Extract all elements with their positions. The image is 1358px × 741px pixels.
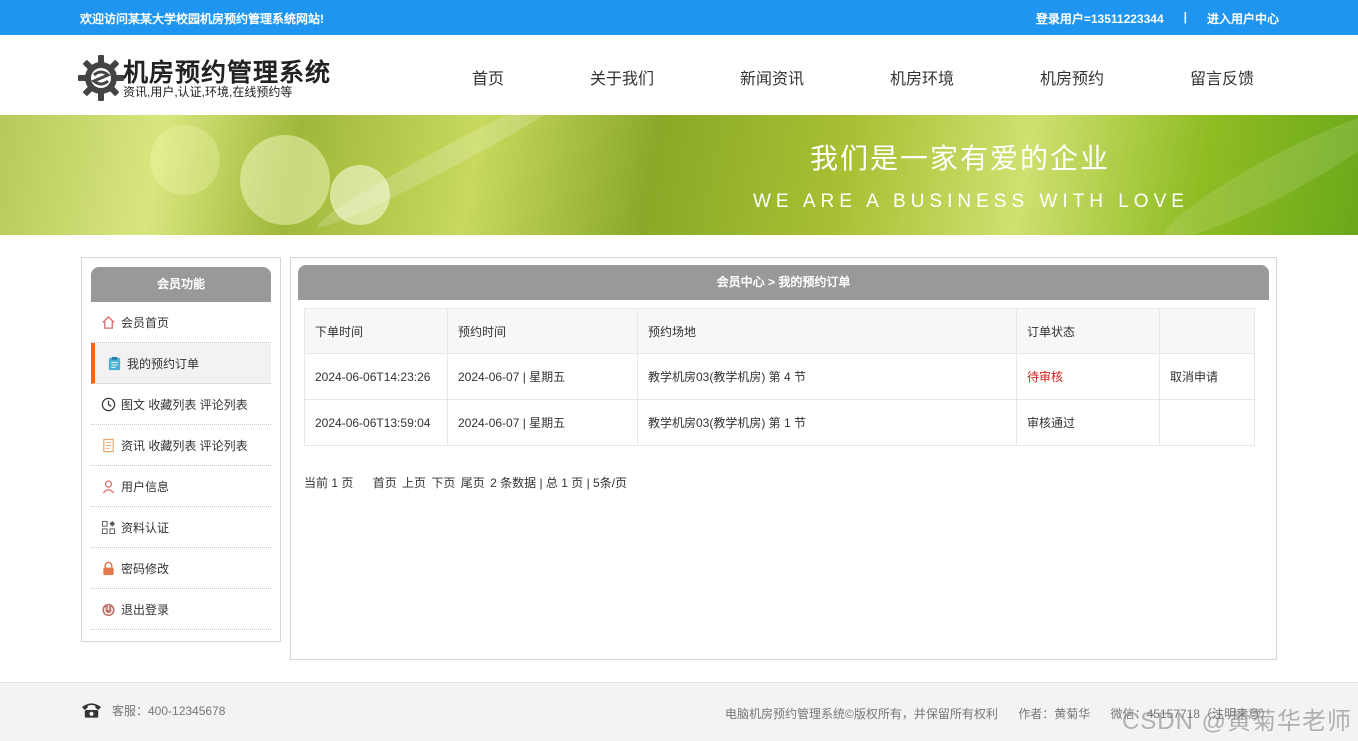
leaf-highlight [1155, 115, 1358, 235]
nav-environment[interactable]: 机房环境 [890, 65, 954, 89]
sidebar-item-label: 用户信息 [121, 479, 170, 494]
separator: | [1183, 10, 1187, 24]
sidebar-item-label: 我的预约订单 [127, 356, 200, 371]
sidebar-item-my-orders[interactable]: 我的预约订单 [91, 343, 271, 384]
service-phone: 客服：400-12345678 [81, 701, 225, 719]
col-action [1159, 308, 1255, 354]
table-row: 2024-06-06T13:59:04 2024-06-07 | 星期五 教学机… [304, 399, 1255, 446]
sidebar-item-logout[interactable]: 退出登录 [91, 589, 271, 630]
sidebar-item-member-home[interactable]: 会员首页 [91, 302, 271, 343]
power-icon [101, 602, 116, 617]
cell-order-time: 2024-06-06T14:23:26 [304, 353, 448, 400]
lock-icon [101, 561, 116, 576]
sidebar-item-label: 图文 收藏列表 评论列表 [121, 397, 248, 412]
top-bar: 欢迎访问某某大学校园机房预约管理系统网站! 登录用户=13511223344 |… [0, 0, 1358, 35]
footer: 客服：400-12345678 电脑机房预约管理系统©版权所有，并保留所有权利 … [0, 682, 1358, 741]
user-box: 登录用户=13511223344 | 进入用户中心 [1036, 10, 1279, 27]
clock-icon [101, 397, 116, 412]
cell-status-pending: 待审核 [1016, 353, 1160, 400]
grid-icon [101, 520, 116, 535]
main-panel: 会员中心 > 我的预约订单 下单时间 预约时间 预约场地 订单状态 2024-0… [290, 257, 1277, 660]
bokeh-light [240, 135, 330, 225]
pagination: 当前 1 页 首页 上页 下页 尾页 2 条数据 | 总 1 页 | 5条/页 [304, 474, 629, 491]
nav-about[interactable]: 关于我们 [590, 65, 654, 89]
bokeh-light [150, 125, 220, 195]
sidebar-item-change-password[interactable]: 密码修改 [91, 548, 271, 589]
cell-action-empty [1159, 399, 1255, 446]
nav-reservation[interactable]: 机房预约 [1040, 65, 1104, 89]
pager-first-link[interactable]: 首页 [373, 476, 397, 490]
col-order-time: 下单时间 [304, 308, 448, 354]
author-text: 作者：黄菊华 [1018, 707, 1091, 721]
telephone-icon [81, 703, 102, 718]
cell-venue: 教学机房03(教学机房) 第 1 节 [637, 399, 1017, 446]
sidebar-item-label: 资料认证 [121, 520, 170, 535]
cell-status: 审核通过 [1016, 399, 1160, 446]
sidebar-list: 会员首页 我的预约订单 图文 收藏列表 评论列表 资讯 收藏列表 评论列表 用户… [91, 302, 271, 630]
member-sidebar: 会员功能 会员首页 我的预约订单 图文 收藏列表 评论列表 资讯 收藏列表 评论… [81, 257, 281, 642]
gear-logo-icon [78, 55, 124, 101]
sidebar-title: 会员功能 [91, 267, 271, 302]
pager-summary: 2 条数据 | 总 1 页 | 5条/页 [490, 476, 628, 490]
clipboard-icon [107, 356, 122, 371]
breadcrumb: 会员中心 > 我的预约订单 [298, 265, 1269, 300]
pager-next-link[interactable]: 下页 [431, 476, 455, 490]
logo-subtitle: 资讯,用户,认证,环境,在线预约等 [123, 85, 293, 99]
user-center-link[interactable]: 进入用户中心 [1207, 10, 1279, 27]
cancel-request-link[interactable]: 取消申请 [1159, 353, 1255, 400]
banner: 我们是一家有爱的企业 WE ARE A BUSINESS WITH LOVE [0, 115, 1358, 235]
copyright-text: 电脑机房预约管理系统©版权所有，并保留所有权利 [725, 707, 998, 721]
sidebar-item-label: 密码修改 [121, 561, 170, 576]
col-venue: 预约场地 [637, 308, 1017, 354]
main-nav: 首页 关于我们 新闻资讯 机房环境 机房预约 留言反馈 [430, 35, 1280, 115]
user-icon [101, 479, 116, 494]
orders-table: 下单时间 预约时间 预约场地 订单状态 2024-06-06T14:23:26 … [304, 308, 1255, 446]
table-row: 2024-06-06T14:23:26 2024-06-07 | 星期五 教学机… [304, 353, 1255, 400]
login-user-link[interactable]: 登录用户=13511223344 [1036, 10, 1164, 27]
sidebar-item-label: 资讯 收藏列表 评论列表 [121, 438, 248, 453]
nav-feedback[interactable]: 留言反馈 [1190, 65, 1254, 89]
sidebar-item-label: 会员首页 [121, 315, 170, 330]
service-text: 客服：400-12345678 [112, 703, 226, 718]
sidebar-item-user-info[interactable]: 用户信息 [91, 466, 271, 507]
cell-reserve-time: 2024-06-07 | 星期五 [447, 353, 638, 400]
sidebar-item-label: 退出登录 [121, 602, 170, 617]
logo[interactable]: 机房预约管理系统 资讯,用户,认证,环境,在线预约等 [78, 53, 348, 103]
cell-venue: 教学机房03(教学机房) 第 4 节 [637, 353, 1017, 400]
sidebar-item-news-favorites[interactable]: 资讯 收藏列表 评论列表 [91, 425, 271, 466]
sidebar-item-verification[interactable]: 资料认证 [91, 507, 271, 548]
header: 机房预约管理系统 资讯,用户,认证,环境,在线预约等 首页 关于我们 新闻资讯 … [0, 35, 1358, 115]
csdn-watermark: CSDN @黄菊华老师 [1121, 708, 1352, 735]
nav-news[interactable]: 新闻资讯 [740, 65, 804, 89]
pager-prev-link[interactable]: 上页 [402, 476, 426, 490]
pager-last-link[interactable]: 尾页 [461, 476, 485, 490]
document-icon [101, 438, 116, 453]
sidebar-item-graphic-favorites[interactable]: 图文 收藏列表 评论列表 [91, 384, 271, 425]
table-header-row: 下单时间 预约时间 预约场地 订单状态 [304, 308, 1255, 354]
cell-order-time: 2024-06-06T13:59:04 [304, 399, 448, 446]
banner-title-en: WE ARE A BUSINESS WITH LOVE [753, 191, 1189, 212]
col-status: 订单状态 [1016, 308, 1160, 354]
welcome-text: 欢迎访问某某大学校园机房预约管理系统网站! [80, 12, 324, 26]
cell-reserve-time: 2024-06-07 | 星期五 [447, 399, 638, 446]
nav-home[interactable]: 首页 [472, 65, 504, 89]
home-icon [101, 315, 116, 330]
col-reserve-time: 预约时间 [447, 308, 638, 354]
pager-current: 当前 1 页 [304, 476, 354, 490]
banner-title-cn: 我们是一家有爱的企业 [810, 142, 1111, 175]
